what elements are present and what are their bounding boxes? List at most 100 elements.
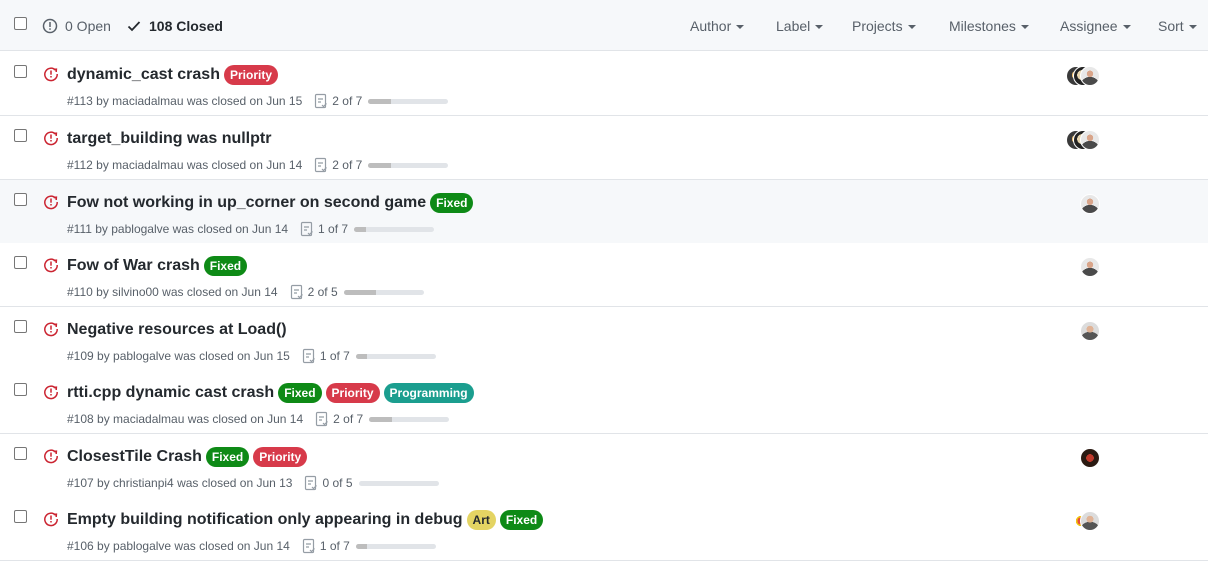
- closed-issues-tab[interactable]: 108 Closed: [127, 16, 223, 36]
- issue-meta-text: #112 by maciadalmau was closed on Jun 14: [67, 158, 303, 172]
- open-issue-icon: [42, 18, 58, 34]
- issue-meta: #108 by maciadalmau was closed on Jun 14…: [67, 411, 450, 427]
- issue-title-link[interactable]: Negative resources at Load(): [67, 321, 287, 339]
- closed-issue-icon: [43, 130, 59, 146]
- issue-select-checkbox[interactable]: [14, 510, 27, 523]
- issue-row[interactable]: target_building was nullptr #112 by macia…: [0, 116, 1208, 180]
- chevron-down-icon: [1122, 25, 1131, 29]
- assignee-filter-label: Assignee: [1060, 18, 1118, 34]
- issue-title-link[interactable]: Fow not working in up_corner on second g…: [67, 194, 426, 212]
- issue-select-checkbox[interactable]: [14, 447, 27, 460]
- issue-title-link[interactable]: target_building was nullptr: [67, 130, 271, 148]
- issue-meta-text: #110 by silvino00 was closed on Jun 14: [67, 285, 278, 299]
- task-progress-text: 0 of 5: [322, 476, 353, 490]
- issue-title-line: dynamic_cast crash Priority: [67, 64, 278, 86]
- issue-title-link[interactable]: Empty building notification only appeari…: [67, 511, 463, 529]
- chevron-down-icon: [815, 25, 824, 29]
- task-progress-text: 2 of 7: [332, 158, 363, 172]
- issue-label-fixed[interactable]: Fixed: [499, 510, 544, 530]
- closed-issue-icon: [43, 194, 59, 210]
- assignee-avatars[interactable]: [1080, 194, 1100, 214]
- task-progress: 2 of 7: [314, 93, 449, 109]
- issue-label-fixed[interactable]: Fixed: [430, 193, 474, 213]
- assignee-avatars[interactable]: [1066, 66, 1100, 86]
- author-filter-label: Author: [690, 18, 732, 34]
- issue-meta-text: #113 by maciadalmau was closed on Jun 15: [67, 94, 303, 108]
- closed-issue-icon: [43, 257, 59, 273]
- issue-label-priority[interactable]: Priority: [223, 65, 278, 85]
- issue-label-fixed[interactable]: Fixed: [278, 383, 322, 403]
- assignee-avatars[interactable]: [1080, 448, 1100, 468]
- issue-label-programming[interactable]: Programming: [383, 383, 474, 403]
- task-progress: 1 of 7: [302, 348, 436, 364]
- issue-meta: #113 by maciadalmau was closed on Jun 15…: [67, 93, 449, 109]
- author-filter[interactable]: Author: [690, 16, 745, 36]
- select-all-checkbox[interactable]: [14, 17, 27, 30]
- issue-title-link[interactable]: Fow of War crash: [67, 257, 200, 275]
- task-progress-text: 1 of 7: [318, 222, 349, 236]
- issue-label-priority[interactable]: Priority: [325, 383, 380, 403]
- issue-select-checkbox[interactable]: [14, 383, 27, 396]
- assignee-filter[interactable]: Assignee: [1060, 16, 1131, 36]
- issue-row[interactable]: Negative resources at Load() #109 by pabl…: [0, 307, 1208, 371]
- task-progress-bar: [354, 226, 435, 232]
- label-filter[interactable]: Label: [776, 16, 824, 36]
- task-progress-fill: [355, 353, 368, 359]
- issue-row[interactable]: Empty building notification only appeari…: [0, 497, 1208, 561]
- checklist-icon: [304, 475, 322, 491]
- checklist-icon: [314, 157, 332, 173]
- avatar[interactable]: [1080, 130, 1100, 150]
- issue-select-checkbox[interactable]: [14, 320, 27, 333]
- issue-label-priority[interactable]: Priority: [253, 447, 308, 467]
- issue-row[interactable]: dynamic_cast crash Priority #113 by maciad…: [0, 52, 1208, 116]
- issue-row[interactable]: Fow not working in up_corner on second g…: [0, 180, 1208, 244]
- issue-title-link[interactable]: dynamic_cast crash: [67, 66, 220, 84]
- open-issues-tab[interactable]: 0 Open: [42, 16, 111, 36]
- task-progress-fill: [369, 416, 393, 422]
- issue-meta: #112 by maciadalmau was closed on Jun 14…: [67, 157, 449, 173]
- sort-filter-label: Sort: [1158, 18, 1184, 34]
- assignee-avatars[interactable]: [1071, 511, 1100, 531]
- issue-row[interactable]: ClosestTile Crash Fixed Priority #107 by ch…: [0, 434, 1208, 498]
- task-progress-text: 2 of 7: [332, 94, 363, 108]
- task-progress-bar: [355, 543, 436, 549]
- issue-select-checkbox[interactable]: [14, 65, 27, 78]
- issue-select-checkbox[interactable]: [14, 193, 27, 206]
- avatar[interactable]: [1080, 448, 1100, 468]
- assignee-avatars[interactable]: [1080, 257, 1100, 277]
- avatar[interactable]: [1080, 257, 1100, 277]
- checklist-icon: [302, 348, 320, 364]
- issue-label-art[interactable]: Art: [466, 510, 496, 530]
- task-progress-bar: [368, 98, 449, 104]
- chevron-down-icon: [1188, 25, 1197, 29]
- issue-label-fixed[interactable]: Fixed: [203, 256, 248, 276]
- assignee-avatars[interactable]: [1066, 130, 1100, 150]
- task-progress-bar: [368, 162, 449, 168]
- checklist-icon: [290, 284, 308, 300]
- closed-issue-icon: [43, 384, 59, 400]
- issue-row[interactable]: rtti.cpp dynamic cast crash Fixed Priority…: [0, 370, 1208, 434]
- milestones-filter[interactable]: Milestones: [949, 16, 1029, 36]
- issue-label-fixed[interactable]: Fixed: [205, 447, 250, 467]
- sort-filter[interactable]: Sort: [1158, 16, 1197, 36]
- issue-meta: #107 by christianpi4 was closed on Jun 1…: [67, 475, 439, 491]
- avatar[interactable]: [1080, 194, 1100, 214]
- task-progress-text: 2 of 5: [307, 285, 338, 299]
- issue-title-line: target_building was nullptr: [67, 128, 271, 150]
- issue-select-checkbox[interactable]: [14, 129, 27, 142]
- assignee-avatars[interactable]: [1080, 321, 1100, 341]
- chevron-down-icon: [907, 25, 916, 29]
- task-progress-fill: [368, 98, 392, 104]
- issue-meta-text: #107 by christianpi4 was closed on Jun 1…: [67, 476, 293, 490]
- task-progress: 1 of 7: [302, 538, 436, 554]
- check-icon: [127, 21, 141, 32]
- task-progress-bar: [358, 480, 439, 486]
- avatar[interactable]: [1080, 321, 1100, 341]
- issue-select-checkbox[interactable]: [14, 256, 27, 269]
- projects-filter[interactable]: Projects: [852, 16, 916, 36]
- avatar[interactable]: [1080, 511, 1100, 531]
- issue-title-link[interactable]: rtti.cpp dynamic cast crash: [67, 384, 274, 402]
- issue-row[interactable]: Fow of War crash Fixed #110 by silvino00 w…: [0, 243, 1208, 307]
- avatar[interactable]: [1080, 66, 1100, 86]
- issue-title-link[interactable]: ClosestTile Crash: [67, 448, 202, 466]
